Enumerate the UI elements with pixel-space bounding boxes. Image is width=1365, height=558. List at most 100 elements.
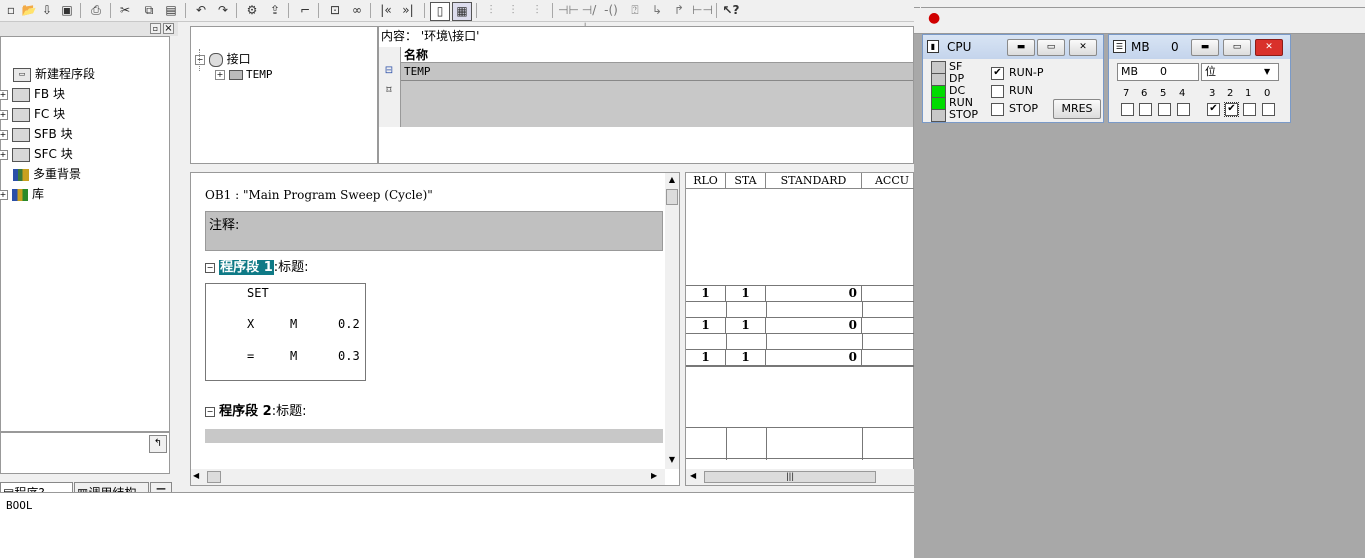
bit-4-checkbox[interactable] — [1177, 103, 1190, 116]
vertical-scrollbar[interactable]: ▲ ▼ — [665, 173, 679, 469]
bit-7-checkbox[interactable] — [1121, 103, 1134, 116]
branch-close-icon[interactable]: ↱ — [670, 2, 688, 19]
tree-item-fb[interactable]: + FB 块 — [0, 85, 65, 103]
table-row[interactable]: TEMP — [401, 63, 913, 81]
restore-icon[interactable]: ▫ — [150, 23, 161, 34]
stl-icon[interactable]: ▦ — [452, 2, 472, 21]
expand-icon[interactable]: + — [0, 149, 8, 160]
tree-item-new-network[interactable]: ▭ 新建程序段 — [1, 65, 95, 83]
coil-icon[interactable]: -() — [602, 2, 620, 19]
network2-header[interactable]: − 程序段 2:标题: — [205, 403, 306, 421]
cpu-icon: ▮ — [927, 40, 939, 53]
bit-6-checkbox[interactable] — [1139, 103, 1152, 116]
horizontal-scrollbar[interactable]: ◀ ▶ — [191, 469, 665, 485]
tree-item-sfc[interactable]: + SFC 块 — [0, 145, 73, 163]
tree-item-multi-instance[interactable]: 多重背景 — [1, 165, 81, 183]
expand-icon[interactable]: + — [0, 189, 8, 200]
help-icon[interactable]: ↖? — [722, 2, 740, 19]
scroll-up-icon[interactable]: ▲ — [665, 175, 679, 184]
scroll-left-icon[interactable]: ◀ — [193, 471, 199, 480]
contact-nc-icon[interactable]: ⊣/⊢ — [580, 2, 598, 34]
step-back-icon[interactable]: |« — [376, 2, 396, 19]
expand-icon[interactable]: + — [0, 129, 8, 140]
contact-no-icon[interactable]: ⊣⊢ — [558, 2, 579, 19]
bit-2-checkbox[interactable]: ✔ — [1224, 102, 1239, 117]
box-icon[interactable]: ⍰ — [626, 2, 644, 19]
network1-header[interactable]: − 程序段 1:标题: — [205, 259, 309, 277]
glasses-icon[interactable]: ∞ — [348, 2, 366, 19]
branch-open-icon[interactable]: ↳ — [648, 2, 666, 19]
stl-area: M — [290, 349, 298, 363]
minimize-icon[interactable]: ▬ — [1191, 39, 1219, 56]
bit-5-checkbox[interactable] — [1158, 103, 1171, 116]
scroll-thumb[interactable] — [666, 189, 678, 205]
maximize-icon[interactable]: ▭ — [1223, 39, 1251, 56]
minimize-icon[interactable]: ▬ — [1007, 39, 1035, 56]
stl-network-icon[interactable]: ⫶ — [504, 2, 522, 19]
monitor-icon[interactable]: ⊡ — [326, 2, 344, 19]
network2-comment[interactable] — [205, 429, 663, 443]
bit-1-checkbox[interactable] — [1243, 103, 1256, 116]
cut-icon[interactable]: ✂ — [116, 2, 134, 19]
print-icon[interactable]: ⎙ — [87, 2, 105, 19]
save-icon[interactable]: ▣ — [58, 2, 76, 19]
network1-label: 程序段 1 — [219, 260, 274, 275]
redo-icon[interactable]: ↷ — [214, 2, 232, 19]
new-icon[interactable]: ▫ — [2, 2, 20, 19]
horizontal-scrollbar[interactable]: ◀ ||| — [686, 469, 915, 485]
mode-run-checkbox[interactable] — [991, 85, 1004, 98]
new-row-icon[interactable]: ⌑ — [381, 85, 397, 97]
block-icon — [12, 87, 30, 102]
upload-icon[interactable]: ⇪ — [266, 2, 284, 19]
expand-icon[interactable]: + — [0, 89, 8, 100]
pin-icon[interactable]: ● — [928, 10, 940, 26]
stl-op: X — [247, 317, 255, 331]
interface-root[interactable]: − 接口 — [195, 51, 251, 67]
cpu-titlebar[interactable]: ▮ CPU ▬ ▭ ✕ — [923, 35, 1103, 59]
scroll-thumb[interactable] — [207, 471, 221, 483]
ladder-icon[interactable]: ▯ — [430, 2, 450, 21]
tree-item-sfb[interactable]: + SFB 块 — [0, 125, 73, 143]
collapse-icon[interactable]: − — [205, 262, 215, 273]
mode-stop-checkbox[interactable] — [991, 103, 1004, 116]
compile-icon[interactable]: ⚙ — [243, 2, 261, 19]
tree-item-library[interactable]: + 库 — [0, 185, 44, 203]
paste-icon[interactable]: ▤ — [162, 2, 180, 19]
close-icon[interactable]: ✕ — [1255, 39, 1283, 56]
address-input[interactable]: MB 0 — [1117, 63, 1199, 81]
block-title[interactable]: OB1 : "Main Program Sweep (Cycle)" — [205, 188, 433, 202]
mb-titlebar[interactable]: ☰ MB 0 ▬ ▭ ✕ — [1109, 35, 1290, 59]
step-forward-icon[interactable]: »| — [398, 2, 418, 19]
connection-icon[interactable]: ⊢⊣ — [692, 2, 713, 19]
block-comment[interactable]: 注释: — [205, 211, 663, 251]
scroll-thumb[interactable]: ||| — [704, 471, 876, 483]
collapse-icon[interactable]: − — [205, 406, 215, 417]
format-select[interactable]: 位 ▼ — [1201, 63, 1279, 81]
scroll-down-icon[interactable]: ▼ — [665, 455, 679, 464]
stl-network1[interactable]: SET X M 0.2 = M 0.3 — [205, 283, 366, 381]
close-icon[interactable]: × — [163, 23, 174, 34]
mres-button[interactable]: MRES — [1053, 99, 1101, 119]
splitter[interactable] — [178, 22, 190, 486]
bit-0-checkbox[interactable] — [1262, 103, 1275, 116]
network-icon[interactable]: ⫶ — [528, 2, 546, 19]
maximize-icon[interactable]: ▭ — [1037, 39, 1065, 56]
close-icon[interactable]: ✕ — [1069, 39, 1097, 56]
scroll-left-icon[interactable]: ◀ — [690, 471, 696, 480]
bit-3-checkbox[interactable]: ✔ — [1207, 103, 1220, 116]
collapse-icon[interactable]: − — [195, 54, 205, 65]
overview-icon[interactable]: ⌐ — [296, 2, 314, 19]
expand-icon[interactable]: + — [215, 70, 225, 80]
column-header-name[interactable]: 名称 — [401, 47, 913, 63]
scroll-right-icon[interactable]: ▶ — [651, 471, 657, 480]
open-icon[interactable]: 📂 — [20, 2, 38, 19]
fbd-icon[interactable]: ⫶ — [482, 2, 500, 19]
interface-temp[interactable]: + TEMP — [215, 67, 273, 83]
undo-icon[interactable]: ↶ — [192, 2, 210, 19]
mode-runp-checkbox[interactable]: ✔ — [991, 67, 1004, 80]
expand-icon[interactable]: + — [0, 109, 8, 120]
download-icon[interactable]: ⇩ — [38, 2, 56, 19]
insert-icon[interactable]: ↰ — [149, 435, 167, 453]
copy-icon[interactable]: ⧉ — [140, 2, 158, 19]
tree-item-fc[interactable]: + FC 块 — [0, 105, 65, 123]
